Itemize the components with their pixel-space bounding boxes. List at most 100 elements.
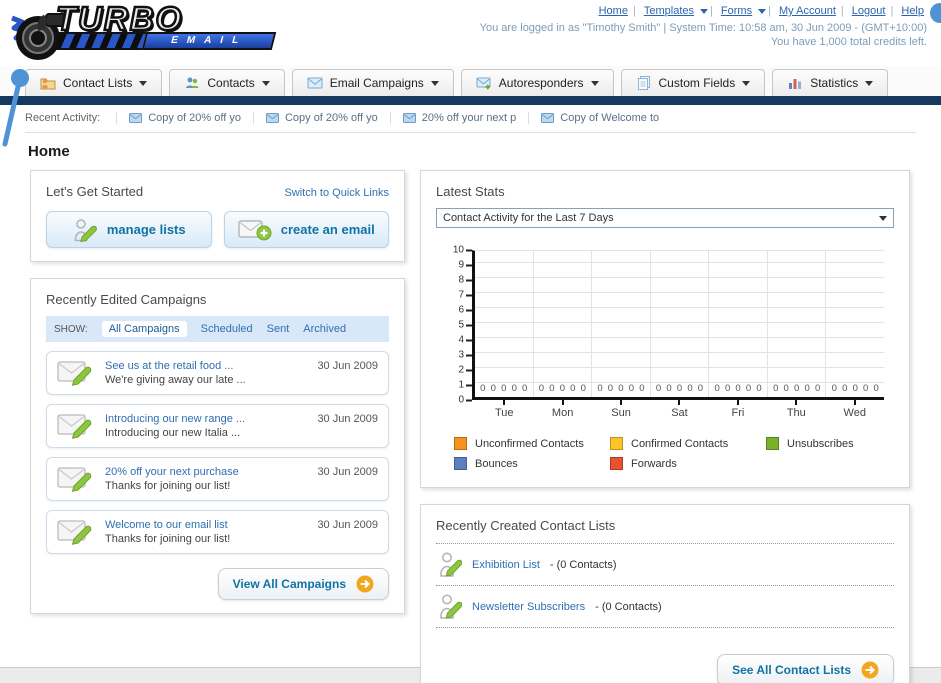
recent-activity-item[interactable]: Copy of Welcome to (528, 111, 671, 124)
data-value-label: 0 (538, 383, 545, 394)
tab-contacts[interactable]: Contacts (169, 69, 285, 96)
credits-info: You have 1,000 total credits left. (770, 36, 927, 48)
chart-plot-area: 00000000000000000000000000000000000 (472, 250, 884, 400)
data-value-label: 0 (501, 383, 507, 394)
data-value-label: 0 (831, 383, 837, 394)
nav-link-forms[interactable]: Forms (721, 5, 752, 17)
chart-day-group: 00000 (651, 251, 710, 397)
contact-list-link[interactable]: Newsletter Subscribers (472, 601, 585, 613)
tab-custom-fields[interactable]: Custom Fields (620, 69, 766, 96)
y-tick-label: 3 (458, 350, 472, 361)
filter-tab-all-campaigns[interactable]: All Campaigns (101, 321, 187, 337)
statistics-icon (789, 79, 802, 89)
contact-list-link[interactable]: Exhibition List (472, 559, 540, 571)
legend-swatch (766, 437, 779, 450)
contact-list-count: - (0 Contacts) (595, 600, 662, 613)
email-campaigns-icon (307, 77, 323, 89)
stats-period-select[interactable]: Contact Activity for the Last 7 Days (436, 208, 894, 228)
page-title: Home (28, 143, 70, 160)
switch-quick-links-link[interactable]: Switch to Quick Links (284, 187, 389, 199)
contact-list-row[interactable]: Exhibition List - (0 Contacts) (436, 544, 894, 586)
data-value-label: 0 (490, 383, 496, 394)
chart-y-axis: 10 9 8 7 6 5 4 3 2 1 0 (446, 245, 472, 406)
data-value-label: 0 (480, 383, 486, 394)
nav-link-my-account[interactable]: My Account (779, 5, 836, 17)
legend-item: Unconfirmed Contacts (454, 437, 610, 450)
campaign-title[interactable]: 20% off your next purchase (105, 466, 307, 478)
recent-activity-item[interactable]: Copy of 20% off yo (252, 111, 390, 124)
campaign-row[interactable]: 20% off your next purchase Thanks for jo… (46, 457, 389, 501)
campaign-title[interactable]: Welcome to our email list (105, 519, 307, 531)
campaign-title[interactable]: Introducing our new range ... (105, 413, 307, 425)
campaign-date: 30 Jun 2009 (317, 413, 378, 425)
data-value-label: 0 (697, 383, 704, 394)
recently-edited-campaigns-panel: Recently Edited Campaigns SHOW: All Camp… (30, 278, 405, 614)
login-info: You are logged in as "Timothy Smith" | S… (479, 22, 927, 34)
data-value-label: 0 (597, 383, 603, 394)
data-value-label: 0 (639, 383, 645, 394)
y-tick-label: 10 (453, 245, 472, 256)
x-tick-label: Tue (475, 400, 533, 419)
chart-day-group: 00000 (534, 251, 593, 397)
recently-created-contact-lists-panel: Recently Created Contact Lists Exhibitio… (420, 504, 910, 683)
envelope-plus-icon (238, 219, 272, 240)
manage-lists-button[interactable]: manage lists (46, 211, 212, 248)
recent-activity-item[interactable]: 20% off your next p (389, 111, 529, 124)
y-tick-label: 5 (458, 320, 472, 331)
data-value-label: 0 (687, 383, 693, 394)
filter-tab-archived[interactable]: Archived (303, 323, 346, 335)
pencil-person-icon (74, 218, 97, 242)
data-value-label: 0 (655, 383, 662, 394)
view-all-campaigns-button[interactable]: View All Campaigns (217, 568, 389, 600)
custom-fields-icon (637, 76, 650, 90)
campaign-subtitle: We're giving away our late ... (105, 374, 246, 386)
envelope-icon (265, 112, 279, 123)
logo-subtitle: EMAIL (141, 32, 277, 50)
create-email-button[interactable]: create an email (223, 211, 389, 248)
tab-autoresponders[interactable]: Autoresponders (460, 69, 614, 96)
legend-swatch (454, 457, 467, 470)
see-all-contact-lists-button[interactable]: See All Contact Lists (717, 654, 894, 683)
nav-link-home[interactable]: Home (599, 5, 628, 17)
tab-statistics[interactable]: Statistics (772, 69, 889, 96)
legend-item: Forwards (610, 457, 766, 470)
campaign-subtitle: Introducing our new Italia ... (105, 427, 241, 439)
tab-email-campaigns[interactable]: Email Campaigns (291, 69, 454, 96)
campaign-row[interactable]: Welcome to our email list Thanks for joi… (46, 510, 389, 554)
contact-lists-icon (40, 78, 56, 90)
caret-down-icon (430, 80, 439, 86)
person-pencil-icon (440, 552, 462, 577)
envelope-pencil-icon (57, 467, 92, 492)
data-value-label: 0 (814, 383, 821, 394)
contacts-icon (186, 77, 199, 88)
chart-day-group: 00000 (709, 251, 768, 397)
campaign-row[interactable]: Introducing our new range ... Introducin… (46, 404, 389, 448)
nav-link-logout[interactable]: Logout (852, 5, 886, 17)
tab-contact-lists[interactable]: Contact Lists (25, 69, 163, 96)
campaign-subtitle: Thanks for joining our list! (105, 480, 231, 492)
header: TURBO EMAIL Home | Templates | Forms | My A… (0, 0, 941, 66)
caret-down-icon (742, 80, 751, 86)
nav-link-templates[interactable]: Templates (644, 5, 694, 17)
y-tick-label: 0 (458, 395, 472, 406)
data-value-label: 0 (676, 383, 683, 394)
arrow-circle-icon (861, 661, 879, 679)
annotation-dot (930, 3, 941, 23)
campaign-subtitle: Thanks for joining our list! (105, 533, 231, 545)
caret-down-icon (261, 80, 270, 86)
chart-day-group: 00000 (592, 251, 651, 397)
contact-list-row[interactable]: Newsletter Subscribers - (0 Contacts) (436, 586, 894, 628)
data-value-label: 0 (783, 383, 789, 394)
data-value-label: 0 (511, 383, 517, 394)
campaign-row[interactable]: See us at the retail food ... We're givi… (46, 351, 389, 395)
data-value-label: 0 (745, 383, 752, 394)
filter-tab-sent[interactable]: Sent (267, 323, 290, 335)
envelope-pencil-icon (57, 520, 92, 545)
recent-activity-item[interactable]: Copy of 20% off yo (116, 111, 253, 124)
campaign-title[interactable]: See us at the retail food ... (105, 360, 307, 372)
data-value-label: 0 (580, 383, 586, 394)
filter-tab-scheduled[interactable]: Scheduled (201, 323, 253, 335)
data-value-label: 0 (852, 383, 858, 394)
nav-link-help[interactable]: Help (901, 5, 924, 17)
x-tick-label: Sun (592, 400, 650, 419)
